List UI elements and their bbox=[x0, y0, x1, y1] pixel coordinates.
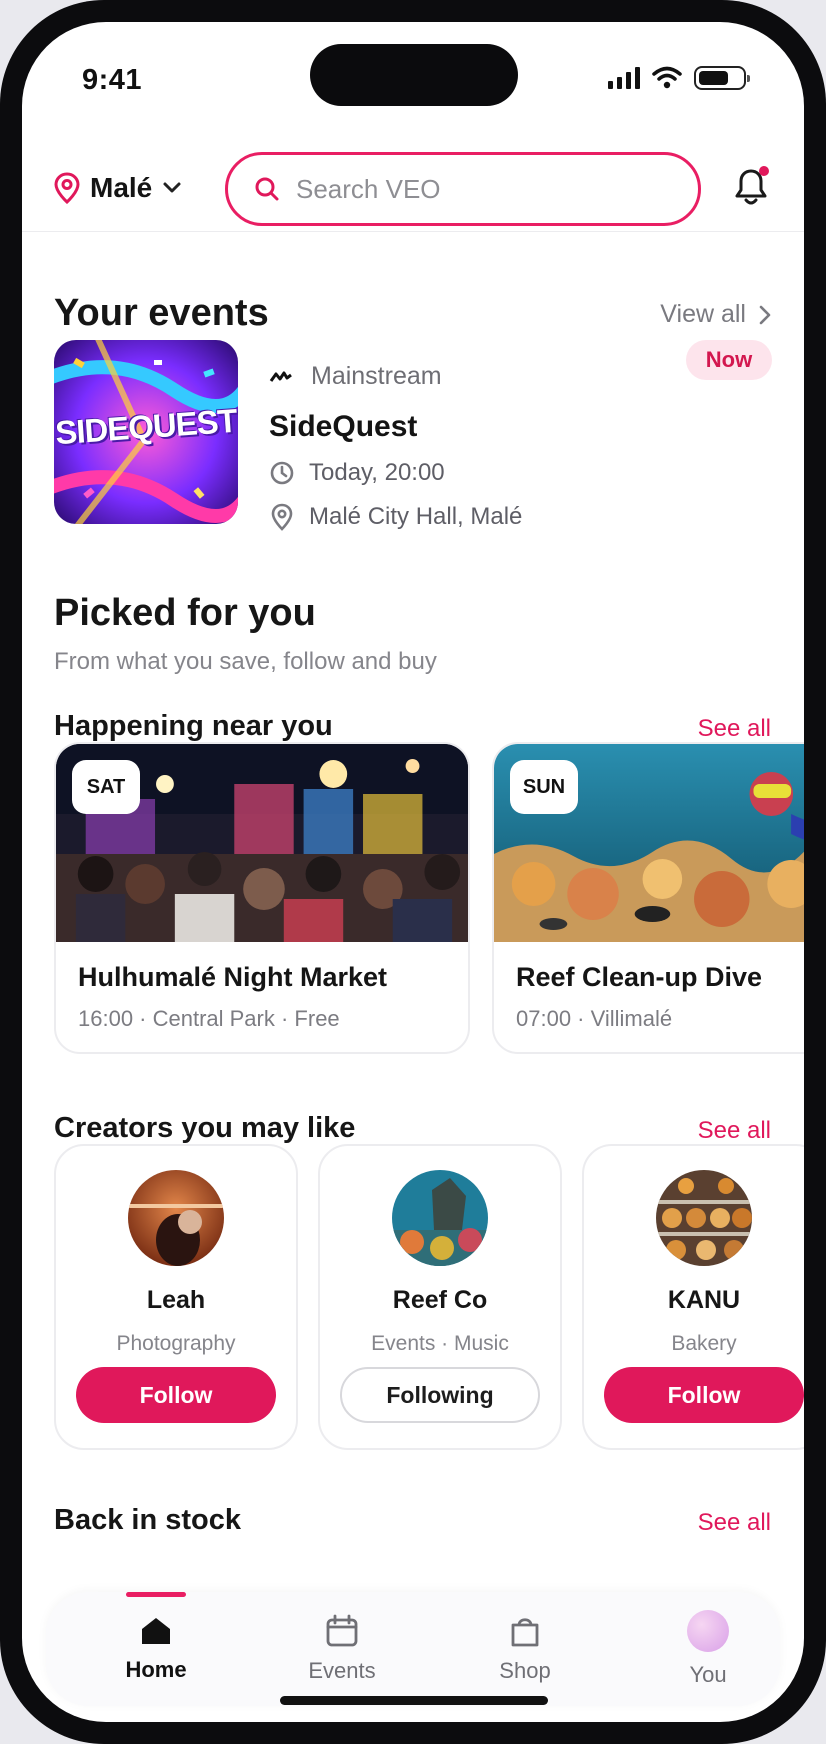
follow-button[interactable]: Follow bbox=[76, 1367, 276, 1423]
near-you-title: Happening near you bbox=[54, 710, 333, 742]
event-card-subtitle: 16:00 · Central Park · Free bbox=[78, 1006, 340, 1031]
creator-avatar bbox=[128, 1170, 224, 1266]
tab-label: You bbox=[689, 1662, 727, 1687]
creator-avatar bbox=[392, 1170, 488, 1266]
day-badge: SAT bbox=[72, 760, 140, 814]
creator-name: KANU bbox=[667, 1286, 741, 1314]
tab-home[interactable]: Home bbox=[86, 1592, 226, 1706]
creator-card[interactable]: Leah Photography Follow bbox=[54, 1144, 298, 1450]
creator-name: Leah bbox=[146, 1286, 206, 1314]
creator-card[interactable]: KANU Bakery Follow bbox=[582, 1144, 804, 1450]
clock-icon bbox=[270, 461, 294, 485]
event-thumbnail[interactable]: SIDEQUEST bbox=[54, 340, 238, 524]
creator-name: Reef Co bbox=[392, 1286, 488, 1314]
home-indicator bbox=[280, 1696, 548, 1705]
search-bar[interactable] bbox=[225, 152, 701, 226]
tab-label: Home bbox=[125, 1657, 187, 1682]
event-card-subtitle: 07:00 · Villimalé bbox=[516, 1006, 673, 1031]
event-category: Mainstream bbox=[311, 362, 442, 390]
creator-avatar bbox=[656, 1170, 752, 1266]
back-in-stock-see-all[interactable]: See all bbox=[698, 1509, 771, 1537]
creator-card[interactable]: Reef Co Events · Music Following bbox=[318, 1144, 562, 1450]
dynamic-island bbox=[310, 44, 518, 106]
tab-label: Events bbox=[308, 1658, 376, 1683]
tab-events[interactable]: Events bbox=[272, 1592, 412, 1706]
phone-frame: 9:41 Malé Search VEO Your events View al… bbox=[0, 0, 826, 1744]
chevron-right-icon bbox=[759, 305, 771, 324]
tab-label: Shop bbox=[499, 1658, 551, 1683]
profile-avatar bbox=[687, 1610, 729, 1652]
tab-you[interactable]: You bbox=[638, 1592, 778, 1706]
bag-icon bbox=[511, 1618, 539, 1647]
location-selector[interactable]: Malé bbox=[54, 172, 182, 204]
location-pin-icon bbox=[54, 172, 80, 204]
location-pin-icon bbox=[271, 503, 293, 531]
event-card[interactable]: SAT Hulhumalé Night Market 16:00 · Centr… bbox=[54, 742, 470, 1054]
mainstream-logo-icon bbox=[269, 371, 292, 382]
follow-button[interactable]: Follow bbox=[604, 1367, 804, 1423]
search-icon bbox=[255, 177, 279, 201]
home-icon bbox=[142, 1618, 170, 1644]
status-time: 9:41 bbox=[82, 64, 143, 96]
battery-icon bbox=[694, 66, 750, 90]
wifi-icon bbox=[652, 66, 682, 89]
screen: 9:41 Malé Search VEO Your events View al… bbox=[22, 22, 804, 1722]
active-tab-indicator bbox=[126, 1592, 186, 1597]
day-badge: SUN bbox=[510, 760, 578, 814]
status-icons bbox=[608, 66, 750, 90]
chevron-down-icon bbox=[163, 182, 181, 193]
creator-category: Photography bbox=[116, 1332, 236, 1355]
location-name: Malé bbox=[90, 172, 153, 203]
now-badge: Now bbox=[686, 340, 772, 380]
bottom-tab-bar: Home Events Shop You bbox=[46, 1592, 780, 1706]
event-place-row: Malé City Hall, Malé bbox=[269, 503, 522, 531]
search-input[interactable] bbox=[296, 173, 636, 205]
view-all-label: View all bbox=[660, 300, 746, 328]
event-card-title: Hulhumalé Night Market bbox=[78, 962, 388, 992]
signal-icon bbox=[608, 67, 640, 89]
creator-category: Bakery bbox=[671, 1332, 737, 1355]
picked-title: Picked for you bbox=[54, 592, 316, 634]
back-in-stock-title: Back in stock bbox=[54, 1504, 241, 1536]
event-place: Malé City Hall, Malé bbox=[309, 503, 523, 530]
tab-shop[interactable]: Shop bbox=[455, 1592, 595, 1706]
view-all-link[interactable]: View all bbox=[660, 300, 772, 329]
creators-see-all[interactable]: See all bbox=[698, 1117, 771, 1145]
event-name[interactable]: SideQuest bbox=[269, 410, 417, 444]
top-header: Malé bbox=[22, 132, 804, 232]
your-events-title: Your events bbox=[54, 292, 269, 334]
event-time-row: Today, 20:00 bbox=[269, 459, 445, 487]
calendar-icon bbox=[326, 1614, 358, 1647]
event-card[interactable]: SUN Reef Clean-up Dive 07:00 · Villimalé bbox=[492, 742, 804, 1054]
event-category-row: Mainstream bbox=[269, 362, 442, 391]
creator-category: Events · Music bbox=[371, 1332, 509, 1355]
event-time: Today, 20:00 bbox=[309, 459, 445, 486]
near-you-see-all[interactable]: See all bbox=[698, 715, 771, 743]
picked-subtitle: From what you save, follow and buy bbox=[54, 648, 437, 675]
following-button[interactable]: Following bbox=[340, 1367, 540, 1423]
notification-bell-icon[interactable] bbox=[729, 162, 773, 210]
creators-title: Creators you may like bbox=[54, 1112, 356, 1144]
event-card-title: Reef Clean-up Dive bbox=[516, 962, 763, 992]
